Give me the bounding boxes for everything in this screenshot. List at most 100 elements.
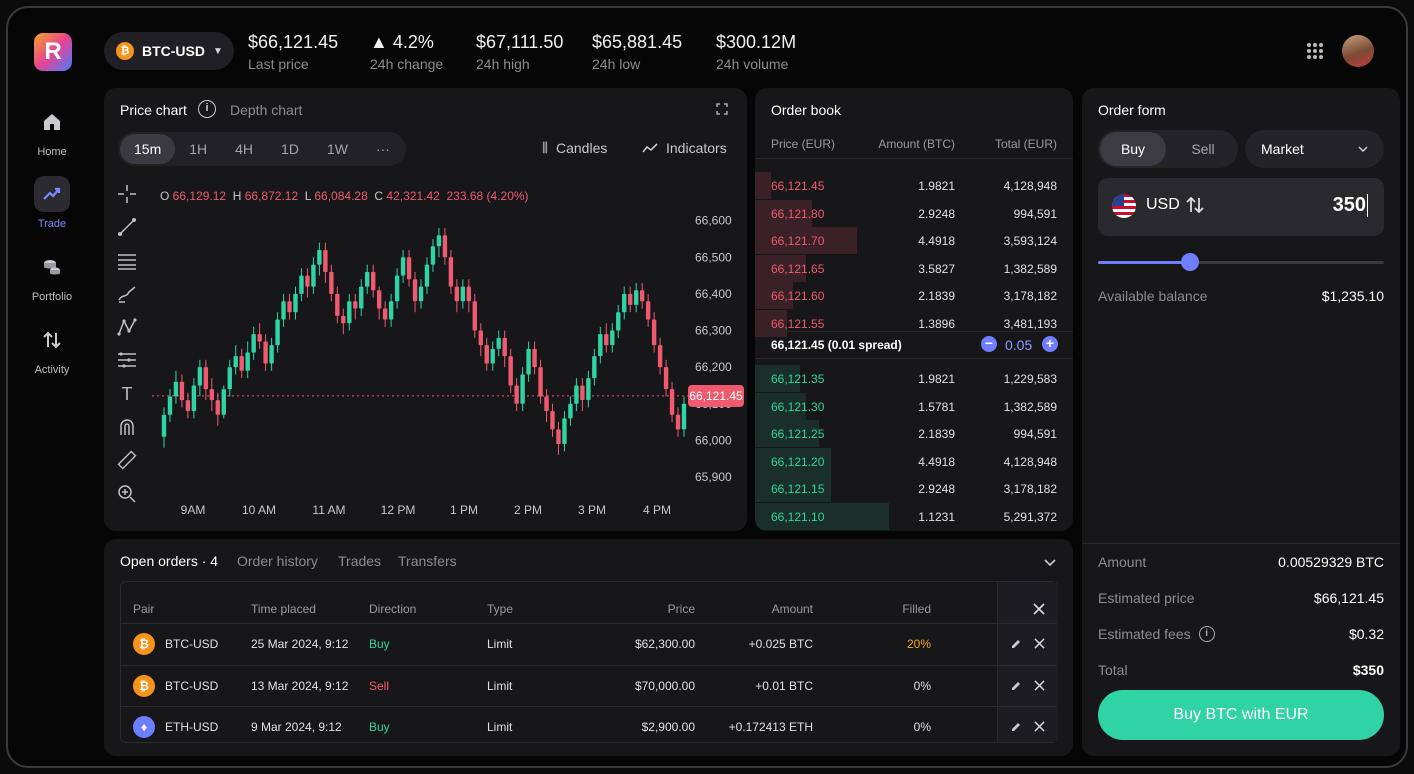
chevron-down-icon — [1358, 146, 1368, 152]
candle-body — [562, 418, 567, 445]
col-type: Type — [487, 602, 514, 616]
bid-total: 4,128,948 — [1003, 454, 1057, 469]
candle-body — [317, 249, 322, 265]
ask-amount: 3.5827 — [918, 261, 955, 276]
sidebar-item-trade[interactable]: Trade — [20, 176, 84, 230]
bid-price: 66,121.25 — [771, 427, 825, 441]
available-balance-label: Available balance — [1098, 288, 1208, 304]
table-row[interactable]: ₿ BTC-USD 25 Mar 2024, 9:12 Buy Limit $62,300… — [121, 624, 1057, 665]
edit-icon[interactable] — [1010, 638, 1022, 653]
order-type-select[interactable]: Market — [1245, 130, 1384, 168]
sell-toggle[interactable]: Sell — [1170, 132, 1236, 166]
bid-price: 66,121.10 — [771, 509, 825, 524]
cancel-order-icon[interactable] — [1034, 638, 1045, 652]
submit-order-button[interactable]: Buy BTC with EUR — [1098, 690, 1384, 740]
bid-price: 66,121.15 — [771, 482, 825, 496]
tab-trades[interactable]: Trades — [338, 553, 381, 569]
sidebar-item-activity[interactable]: Activity — [20, 322, 84, 376]
ask-row[interactable]: 66,121.70 4.4918 3,593,124 — [755, 227, 1073, 254]
app-logo[interactable]: R — [34, 33, 72, 71]
y-tick-label: 66,400 — [695, 287, 732, 301]
order-book-title: Order book — [771, 102, 842, 118]
candle-body — [628, 293, 633, 305]
tab-order-history[interactable]: Order history — [237, 553, 318, 569]
candle-body — [251, 334, 256, 353]
order-amount: +0.01 BTC — [755, 678, 813, 693]
swap-icon[interactable] — [1186, 196, 1204, 214]
cancel-order-icon[interactable] — [1034, 679, 1045, 694]
col-pair: Pair — [133, 602, 155, 616]
close-all-icon[interactable] — [1033, 603, 1045, 615]
candle-body — [604, 334, 609, 346]
candle-body — [568, 403, 573, 419]
candlestick-chart[interactable]: 66,60066,50066,40066,30066,20066,10066,0… — [104, 88, 747, 531]
decrease-step-button[interactable]: − — [981, 336, 997, 352]
candle-body — [616, 312, 621, 331]
tab-open-orders[interactable]: Open orders · 4 — [120, 553, 218, 569]
bid-total: 5,291,372 — [1003, 509, 1057, 524]
pair-selector[interactable]: ₿ BTC-USD ▼ — [104, 32, 234, 70]
amount-input-box[interactable]: USD 350 — [1098, 178, 1384, 236]
home-icon — [34, 104, 70, 140]
logo-letter: R — [44, 38, 62, 65]
sidebar-item-home[interactable]: Home — [20, 104, 84, 158]
x-tick-label: 2 PM — [514, 503, 542, 517]
ask-price: 66,121.60 — [771, 289, 825, 303]
ask-row[interactable]: 66,121.80 2.9248 994,591 — [755, 199, 1073, 227]
avatar[interactable] — [1342, 35, 1374, 67]
summary-row-fees: Estimated fees i $0.32 — [1098, 626, 1384, 642]
stat-label: 24h high — [476, 56, 530, 72]
currency-label: USD — [1146, 196, 1180, 213]
bid-row[interactable]: 66,121.25 2.1839 994,591 — [755, 420, 1073, 447]
increase-step-button[interactable]: + — [1042, 336, 1058, 352]
candle-body — [382, 308, 388, 320]
orders-panel: Open orders · 4 Order history Trades Tra… — [104, 539, 1073, 756]
candle-body — [305, 275, 310, 287]
table-row[interactable]: ♦ ETH-USD 9 Mar 2024, 9:12 Buy Limit $2,900.0… — [121, 707, 1057, 748]
order-amount: +0.025 BTC — [748, 637, 813, 651]
ask-row[interactable]: 66,121.60 2.1839 3,178,182 — [755, 282, 1073, 309]
bid-row[interactable]: 66,121.10 1.1231 5,291,372 — [755, 502, 1073, 530]
col-price: Price — [667, 602, 695, 616]
ask-row[interactable]: 66,121.45 1.9821 4,128,948 — [755, 172, 1073, 199]
candle-body — [287, 301, 292, 313]
order-time: 25 Mar 2024, 9:12 — [251, 637, 349, 651]
apps-grid-icon[interactable] — [1306, 42, 1324, 65]
order-direction: Buy — [369, 637, 390, 651]
bid-row[interactable]: 66,121.35 1.9821 1,229,583 — [755, 365, 1073, 392]
buy-toggle[interactable]: Buy — [1100, 132, 1166, 166]
us-flag-icon — [1112, 194, 1136, 218]
stat-label: 24h change — [370, 56, 444, 72]
order-type: Limit — [487, 637, 513, 651]
sidebar-item-portfolio[interactable]: Portfolio — [20, 249, 84, 303]
ask-row[interactable]: 66,121.65 3.5827 1,382,589 — [755, 254, 1073, 282]
info-icon[interactable]: i — [1198, 626, 1215, 642]
amount-input[interactable]: 350 — [1333, 194, 1368, 217]
slider-knob[interactable] — [1180, 253, 1199, 271]
x-tick-label: 10 AM — [242, 503, 276, 517]
col-direction: Direction — [369, 602, 417, 616]
bid-amount: 1.9821 — [918, 372, 955, 386]
candle-body — [669, 389, 675, 415]
ask-amount: 2.1839 — [918, 289, 955, 303]
bid-row[interactable]: 66,121.20 4.4918 4,128,948 — [755, 447, 1073, 475]
amount-slider[interactable] — [1098, 252, 1384, 272]
candle-body — [365, 271, 370, 287]
cancel-order-icon[interactable] — [1034, 721, 1045, 735]
candle-body — [353, 301, 358, 309]
tab-transfers[interactable]: Transfers — [398, 553, 457, 569]
bitcoin-icon: ₿ — [133, 674, 155, 697]
candle-body — [376, 290, 382, 309]
bid-row[interactable]: 66,121.30 1.5781 1,382,589 — [755, 392, 1073, 420]
edit-icon[interactable] — [1010, 721, 1022, 736]
order-type: Limit — [487, 720, 513, 734]
ask-row[interactable]: 66,121.55 1.3896 3,481,193 — [755, 309, 1073, 337]
ask-price: 66,121.65 — [771, 261, 825, 276]
table-row[interactable]: ₿ BTC-USD 13 Mar 2024, 9:12 Sell Limit $70,00… — [121, 666, 1057, 707]
chevron-down-icon[interactable] — [1044, 559, 1056, 567]
bid-row[interactable]: 66,121.15 2.9248 3,178,182 — [755, 475, 1073, 502]
edit-icon[interactable] — [1010, 680, 1022, 695]
candle-body — [209, 389, 215, 401]
x-tick-label: 12 PM — [381, 503, 416, 517]
stat-24h-low: $65,881.45 24h low — [592, 32, 682, 72]
